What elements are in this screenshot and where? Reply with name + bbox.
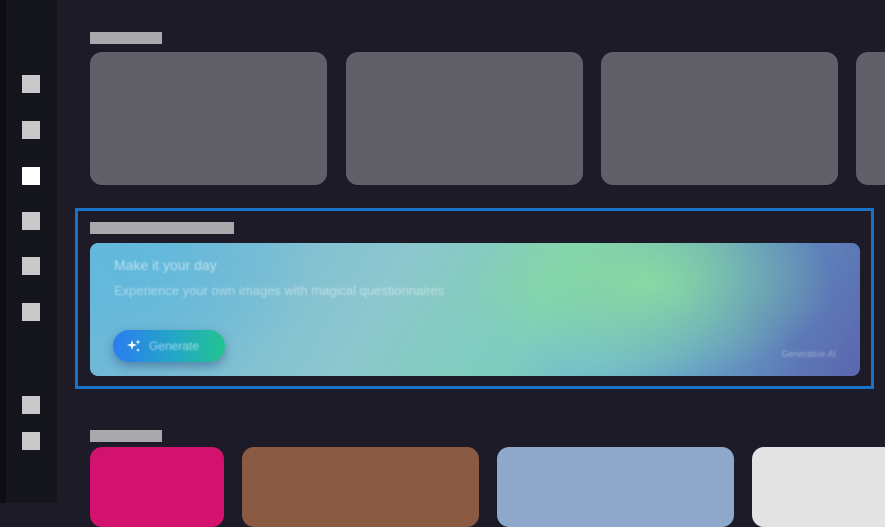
color-card-1[interactable] — [90, 447, 224, 527]
sparkle-icon — [127, 339, 141, 352]
banner-subtitle: Experience your own images with magical … — [114, 283, 445, 298]
sidebar — [6, 0, 57, 503]
banner-footnote: Generative AI — [781, 349, 836, 359]
sidebar-item-5[interactable] — [22, 257, 40, 275]
sidebar-item-3-active[interactable] — [22, 167, 40, 185]
sidebar-item-7[interactable] — [22, 396, 40, 414]
sidebar-item-4[interactable] — [22, 212, 40, 230]
generate-button[interactable]: Generate — [113, 330, 225, 362]
generate-button-label: Generate — [149, 339, 200, 353]
color-card-2[interactable] — [242, 447, 479, 527]
section-title-placeholder-2 — [90, 222, 234, 234]
content-card-3[interactable] — [601, 52, 838, 185]
generate-banner[interactable]: Make it your day Experience your own ima… — [90, 243, 860, 376]
section-title-placeholder-3 — [90, 430, 162, 442]
color-card-3[interactable] — [497, 447, 734, 527]
sidebar-item-2[interactable] — [22, 121, 40, 139]
section-title-placeholder-1 — [90, 32, 162, 44]
sidebar-item-8[interactable] — [22, 432, 40, 450]
content-card-1[interactable] — [90, 52, 327, 185]
content-card-2[interactable] — [346, 52, 583, 185]
color-card-4-partial[interactable] — [752, 447, 885, 527]
sidebar-item-1[interactable] — [22, 75, 40, 93]
content-card-4-partial[interactable] — [856, 52, 885, 185]
banner-title: Make it your day — [114, 257, 217, 273]
sidebar-item-6[interactable] — [22, 303, 40, 321]
